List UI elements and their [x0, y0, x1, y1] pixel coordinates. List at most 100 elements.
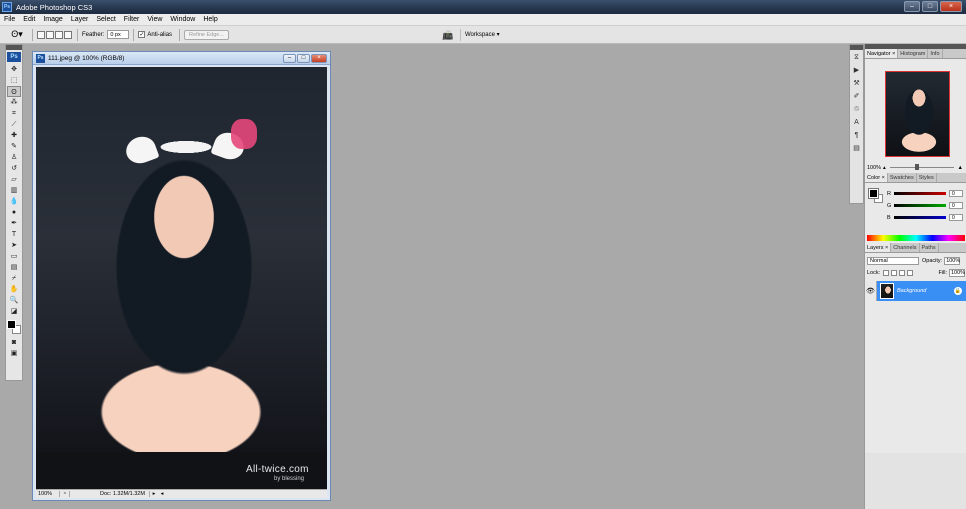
lasso-tool-icon[interactable]: ʘ	[7, 86, 21, 97]
layer-row[interactable]: 👁 Background 🔒	[865, 281, 966, 301]
pen-tool-icon[interactable]: ✒	[7, 218, 21, 229]
tools-panel-grip[interactable]	[6, 45, 22, 50]
subtract-selection-mode-icon[interactable]	[55, 30, 63, 39]
minimize-window-button[interactable]: –	[904, 1, 920, 12]
new-selection-mode-icon[interactable]	[37, 30, 45, 39]
blend-mode-select[interactable]: Normal	[867, 257, 919, 265]
brushes-panel-icon[interactable]: ✐	[851, 91, 862, 102]
menu-image[interactable]: Image	[39, 16, 66, 23]
paragraph-panel-icon[interactable]: ¶	[851, 130, 862, 141]
lock-image-icon[interactable]	[891, 270, 898, 276]
navigator-thumbnail[interactable]	[885, 71, 950, 157]
menu-filter[interactable]: Filter	[120, 16, 144, 23]
status-arrow-icon[interactable]: ▸	[150, 491, 158, 497]
document-window[interactable]: Ps 111.jpeg @ 100% (RGB/8) – □ × All-twi…	[32, 51, 331, 501]
menu-select[interactable]: Select	[92, 16, 119, 23]
zoom-in-icon[interactable]: ▲	[958, 165, 963, 171]
menu-view[interactable]: View	[143, 16, 166, 23]
quick-mask-icon[interactable]: ◙	[7, 337, 21, 348]
menu-edit[interactable]: Edit	[19, 16, 39, 23]
color-panel-foreground-swatch[interactable]	[868, 188, 879, 199]
document-maximize-button[interactable]: □	[297, 54, 310, 63]
menu-layer[interactable]: Layer	[67, 16, 93, 23]
path-selection-tool-icon[interactable]: ➤	[7, 240, 21, 251]
clone-stamp-tool-icon[interactable]: ♙	[7, 152, 21, 163]
hand-tool-icon[interactable]: ✋	[7, 284, 21, 295]
canvas-image[interactable]: All-twice.com by blessing	[36, 67, 327, 491]
lock-transparent-icon[interactable]	[883, 270, 890, 276]
green-value-input[interactable]: 0	[949, 202, 963, 209]
dock-grip[interactable]	[850, 45, 863, 50]
document-zoom-field[interactable]: 100%	[36, 491, 60, 497]
lasso-tool-preset-icon[interactable]: ʘ▾	[6, 28, 28, 42]
character-panel-icon[interactable]: A	[851, 117, 862, 128]
document-minimize-button[interactable]: –	[283, 54, 296, 63]
healing-brush-tool-icon[interactable]: ✚	[7, 130, 21, 141]
tab-layers[interactable]: Layers ×	[865, 243, 892, 252]
opacity-input[interactable]: 100%	[944, 257, 960, 265]
document-title-bar[interactable]: Ps 111.jpeg @ 100% (RGB/8) – □ ×	[33, 52, 330, 65]
workspace-button[interactable]: Workspace ▾	[460, 29, 504, 41]
menu-help[interactable]: Help	[199, 16, 221, 23]
tab-styles[interactable]: Styles	[917, 173, 937, 182]
tab-navigator[interactable]: Navigator ×	[865, 49, 899, 58]
move-tool-icon[interactable]: ✥	[7, 64, 21, 75]
document-close-button[interactable]: ×	[311, 54, 327, 63]
blue-value-input[interactable]: 0	[949, 214, 963, 221]
close-window-button[interactable]: ×	[940, 1, 962, 12]
dodge-tool-icon[interactable]: ●	[7, 207, 21, 218]
refine-edge-button[interactable]: Refine Edge...	[184, 29, 229, 40]
tab-info[interactable]: Info	[928, 49, 943, 58]
type-tool-icon[interactable]: T	[7, 229, 21, 240]
default-colors-icon[interactable]: ◪	[7, 306, 21, 317]
fill-input[interactable]: 100%	[949, 269, 965, 277]
red-slider[interactable]	[894, 192, 946, 195]
blue-slider[interactable]	[894, 216, 946, 219]
scroll-left-icon[interactable]: ◂	[158, 491, 166, 497]
clone-source-panel-icon[interactable]: ♲	[851, 104, 862, 115]
add-selection-mode-icon[interactable]	[46, 30, 54, 39]
screen-mode-icon[interactable]: ▣	[7, 348, 21, 359]
layer-visibility-eye-icon[interactable]: 👁	[865, 281, 877, 301]
feather-input[interactable]: 0 px	[107, 30, 130, 39]
brush-tool-icon[interactable]: ✎	[7, 141, 21, 152]
navigator-zoom-slider[interactable]	[889, 164, 954, 170]
layer-comps-panel-icon[interactable]: ▤	[851, 143, 862, 154]
tab-swatches[interactable]: Swatches	[888, 173, 917, 182]
tab-histogram[interactable]: Histogram	[898, 49, 929, 58]
photoshop-logo[interactable]: Ps	[7, 52, 21, 62]
antialias-checkbox[interactable]: ✓	[138, 31, 146, 38]
tab-paths[interactable]: Paths	[920, 243, 939, 252]
history-panel-icon[interactable]: ⧖	[851, 52, 862, 63]
foreground-color-swatch[interactable]	[7, 320, 16, 329]
zoom-slider-knob[interactable]	[915, 164, 920, 170]
color-spectrum-bar[interactable]	[867, 235, 965, 241]
tool-presets-panel-icon[interactable]: ⚒	[851, 78, 862, 89]
eraser-tool-icon[interactable]: ▱	[7, 174, 21, 185]
marquee-tool-icon[interactable]: ⬚	[7, 75, 21, 86]
tab-color[interactable]: Color ×	[865, 173, 888, 182]
green-slider[interactable]	[894, 204, 946, 207]
navigator-zoom-field[interactable]: 100%	[865, 165, 883, 171]
zoom-out-icon[interactable]: ▴	[883, 165, 886, 171]
magic-wand-tool-icon[interactable]: ⁂	[7, 97, 21, 108]
intersect-selection-mode-icon[interactable]	[64, 30, 72, 39]
slice-tool-icon[interactable]: ⟋	[7, 119, 21, 130]
blur-tool-icon[interactable]: 💧	[7, 196, 21, 207]
crop-tool-icon[interactable]: ⌗	[7, 108, 21, 119]
lock-all-icon[interactable]	[907, 270, 914, 276]
menu-window[interactable]: Window	[166, 16, 199, 23]
gradient-tool-icon[interactable]: ▥	[7, 185, 21, 196]
history-brush-tool-icon[interactable]: ↺	[7, 163, 21, 174]
shape-tool-icon[interactable]: ▭	[7, 251, 21, 262]
status-menu-icon[interactable]: ◔	[60, 491, 70, 497]
notes-tool-icon[interactable]: ▤	[7, 262, 21, 273]
palette-well-icon[interactable]: 📠	[442, 30, 456, 40]
tab-channels[interactable]: Channels	[891, 243, 920, 252]
eyedropper-tool-icon[interactable]: ⌿	[7, 273, 21, 284]
lock-position-icon[interactable]	[899, 270, 906, 276]
maximize-window-button[interactable]: □	[922, 1, 938, 12]
actions-panel-icon[interactable]: ▶	[851, 65, 862, 76]
red-value-input[interactable]: 0	[949, 190, 963, 197]
layer-row-selected[interactable]: Background 🔒	[877, 281, 966, 301]
